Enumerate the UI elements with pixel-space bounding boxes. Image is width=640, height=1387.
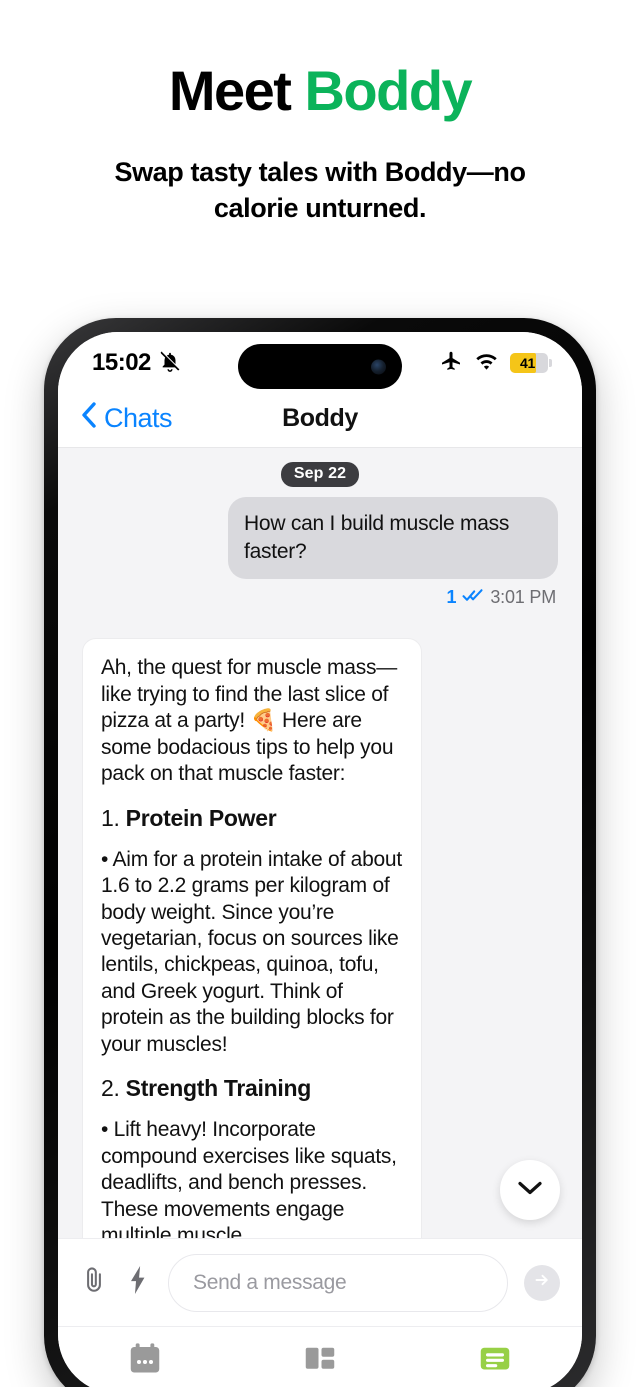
incoming-heading-2-number: 2. bbox=[101, 1075, 126, 1102]
page-title: Meet Boddy bbox=[0, 59, 640, 122]
message-list[interactable]: Sep 22 How can I build muscle mass faste… bbox=[58, 448, 582, 1238]
outgoing-message-meta: 1 3:01 PM bbox=[82, 587, 558, 608]
incoming-heading-1-number: 1. bbox=[101, 804, 126, 831]
battery-indicator: 41 bbox=[510, 353, 552, 373]
message-input-placeholder: Send a message bbox=[193, 1270, 347, 1294]
battery-percent: 41 bbox=[520, 355, 535, 371]
incoming-message-row: Ah, the quest for muscle mass—like tryin… bbox=[82, 638, 558, 1238]
bottom-tab-bar bbox=[58, 1326, 582, 1387]
hero-section: Meet Boddy Swap tasty tales with Boddy—n… bbox=[0, 0, 640, 227]
bell-muted-icon bbox=[159, 350, 181, 377]
incoming-paragraph-3: • Lift heavy! Incorporate compound exerc… bbox=[101, 1118, 397, 1238]
battery-cap bbox=[549, 359, 552, 367]
message-composer: Send a message bbox=[58, 1238, 582, 1326]
chat-lines-icon bbox=[476, 1341, 514, 1382]
back-label: Chats bbox=[104, 403, 173, 433]
paperclip-icon bbox=[81, 1265, 107, 1300]
chevron-left-icon bbox=[80, 401, 97, 436]
dynamic-island bbox=[238, 344, 402, 389]
tab-dashboard[interactable] bbox=[233, 1341, 408, 1382]
arrow-right-circle-icon bbox=[532, 1270, 552, 1295]
incoming-paragraph-2: • Aim for a protein intake of about 1.6 … bbox=[101, 847, 402, 1056]
send-button[interactable] bbox=[524, 1264, 560, 1301]
promo-screenshot: Meet Boddy Swap tasty tales with Boddy—n… bbox=[0, 0, 640, 1387]
incoming-heading-1-text: Protein Power bbox=[125, 804, 277, 831]
hero-title-plain: Meet bbox=[168, 59, 305, 122]
outgoing-timestamp: 3:01 PM bbox=[490, 587, 556, 608]
back-to-chats-button[interactable]: Chats bbox=[80, 401, 173, 436]
incoming-heading-2-text: Strength Training bbox=[125, 1075, 312, 1102]
chat-navbar: Chats Boddy bbox=[58, 390, 582, 448]
tab-chat[interactable] bbox=[407, 1341, 582, 1382]
quick-actions-button[interactable] bbox=[124, 1266, 152, 1299]
airplane-mode-icon bbox=[439, 349, 463, 378]
front-camera-icon bbox=[371, 359, 386, 374]
hero-title-accent: Boddy bbox=[304, 59, 472, 122]
chevron-down-icon bbox=[517, 1180, 543, 1201]
message-input[interactable]: Send a message bbox=[168, 1253, 508, 1312]
lightning-bolt-icon bbox=[129, 1266, 147, 1299]
date-separator: Sep 22 bbox=[280, 462, 360, 487]
phone-screen: 15:02 41 Chats Boddy Sep 22 How can I bu… bbox=[58, 332, 582, 1387]
status-bar-left: 15:02 bbox=[92, 349, 181, 377]
unread-count: 1 bbox=[446, 587, 457, 608]
incoming-heading-1: 1. Protein Power bbox=[101, 804, 403, 833]
calendar-icon bbox=[126, 1341, 164, 1382]
outgoing-bubble[interactable]: How can I build muscle mass faster? bbox=[228, 497, 558, 580]
tab-calendar[interactable] bbox=[58, 1341, 233, 1382]
status-bar-right: 41 bbox=[439, 349, 552, 378]
incoming-paragraph-1: Ah, the quest for muscle mass—like tryin… bbox=[101, 656, 397, 786]
incoming-heading-2: 2. Strength Training bbox=[101, 1074, 403, 1103]
dashboard-grid-icon bbox=[301, 1341, 339, 1382]
phone-device-frame: 15:02 41 Chats Boddy Sep 22 How can I bu… bbox=[44, 318, 596, 1387]
double-check-icon bbox=[462, 587, 484, 608]
status-time: 15:02 bbox=[92, 349, 151, 376]
hero-subtitle: Swap tasty tales with Boddy—no calorie u… bbox=[114, 156, 526, 223]
attach-file-button[interactable] bbox=[80, 1267, 108, 1299]
date-separator-row: Sep 22 bbox=[82, 462, 558, 487]
scroll-to-bottom-button[interactable] bbox=[500, 1160, 560, 1220]
outgoing-message-row: How can I build muscle mass faster? bbox=[82, 497, 558, 580]
wifi-icon bbox=[474, 351, 499, 375]
incoming-bubble[interactable]: Ah, the quest for muscle mass—like tryin… bbox=[82, 638, 422, 1238]
